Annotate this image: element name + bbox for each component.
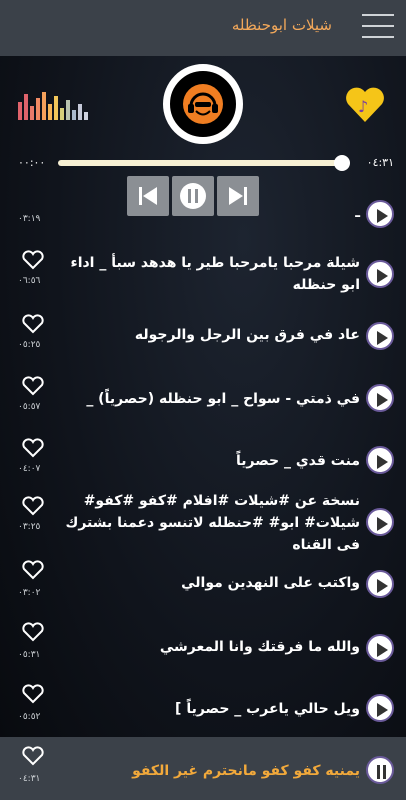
track-title: نسخة عن #شيلات #افلام #كفو #كفو# شيلات# …	[65, 493, 360, 553]
heart-outline-icon[interactable]	[22, 496, 44, 516]
track-duration: ٠٣:١٩	[18, 214, 41, 224]
heart-outline-icon[interactable]	[22, 438, 44, 458]
play-button[interactable]	[366, 508, 394, 536]
app-bar: شيلات ابوحنظله	[0, 0, 406, 56]
play-icon	[377, 269, 388, 283]
play-icon	[377, 703, 388, 717]
track-title: في ذمتي - سواح _ ابو حنظله (حصرياً) _	[86, 391, 360, 407]
track-row[interactable]: ٠٤:٠٧ منت قدي _ حصرياً	[0, 434, 406, 494]
pause-icon	[377, 765, 386, 779]
track-row[interactable]: ٠٣:٠٢ واكتب على النهدين موالي	[0, 558, 406, 618]
track-duration: ٠٣:٠٢	[18, 588, 41, 598]
play-button[interactable]	[366, 322, 394, 350]
channel-logo	[163, 64, 243, 144]
svg-text:♪: ♪	[358, 97, 368, 116]
heart-outline-icon[interactable]	[22, 376, 44, 396]
heart-outline-icon[interactable]	[22, 560, 44, 580]
now-playing-row[interactable]: ٠٤:٣١ يمنيه كفو كفو مانحترم غير الكفو	[0, 742, 406, 800]
track-row[interactable]: ٠٦:٥٦ شيلة مرحبا يامرحبا طير يا هدهد سبأ…	[0, 244, 406, 308]
play-button[interactable]	[366, 446, 394, 474]
heart-outline-icon[interactable]	[22, 250, 44, 270]
play-icon	[377, 643, 388, 657]
play-icon	[377, 209, 388, 223]
track-row[interactable]: ٠٥:٢٥ عاد في فرق بين الرجل والرجوله	[0, 310, 406, 370]
pause-button[interactable]	[366, 756, 394, 784]
track-duration: ٠٥:٣١	[18, 650, 41, 660]
menu-button[interactable]	[362, 14, 394, 40]
track-row[interactable]: ٠٣:٢٥ نسخة عن #شيلات #افلام #كفو #كفو# ش…	[0, 490, 406, 556]
track-title: شيلة مرحبا يامرحبا طير يا هدهد سبأ _ ادا…	[70, 255, 360, 293]
heart-outline-icon[interactable]	[22, 746, 44, 766]
track-title: واكتب على النهدين موالي	[181, 575, 360, 591]
play-icon	[377, 579, 388, 593]
track-duration: ٠٣:٢٥	[18, 522, 41, 532]
play-icon	[377, 331, 388, 345]
equalizer-icon	[18, 90, 98, 120]
play-button[interactable]	[366, 384, 394, 412]
heart-outline-icon[interactable]	[22, 622, 44, 642]
play-button[interactable]	[366, 570, 394, 598]
track-duration: ٠٥:٢٥	[18, 340, 41, 350]
seek-handle[interactable]	[334, 155, 350, 171]
track-duration: ٠٥:٥٧	[18, 402, 41, 412]
play-icon	[377, 455, 388, 469]
avatar-headphones-icon	[183, 84, 223, 124]
track-row[interactable]: ٠٥:٣١ والله ما فرقتك وانا المعرشي	[0, 620, 406, 680]
total-time: ٠٤:٣١	[366, 156, 394, 169]
track-duration: ٠٤:٠٧	[18, 464, 41, 474]
app-title: شيلات ابوحنظله	[231, 16, 332, 34]
favorites-heart-icon[interactable]: ♪	[344, 84, 386, 124]
menu-icon	[362, 14, 394, 16]
play-button[interactable]	[366, 694, 394, 722]
play-icon	[377, 393, 388, 407]
track-title: منت قدي _ حصرياً	[235, 453, 360, 469]
track-row[interactable]: ٠٥:٥٢ ويل حالي ياعرب _ حصرياً ]	[0, 682, 406, 738]
play-icon	[377, 517, 388, 531]
play-button[interactable]	[366, 634, 394, 662]
seek-bar[interactable]	[58, 155, 350, 171]
heart-outline-icon[interactable]	[22, 314, 44, 334]
track-title: ـ	[355, 205, 360, 221]
heart-outline-icon[interactable]	[22, 684, 44, 704]
play-button[interactable]	[366, 200, 394, 228]
track-duration: ٠٤:٣١	[18, 774, 41, 784]
track-title: والله ما فرقتك وانا المعرشي	[159, 639, 360, 655]
track-title: عاد في فرق بين الرجل والرجوله	[134, 327, 360, 343]
play-button[interactable]	[366, 260, 394, 288]
track-row[interactable]: ٠٣:١٩ ـ	[0, 196, 406, 236]
track-duration: ٠٦:٥٦	[18, 276, 41, 286]
elapsed-time: ٠٠:٠٠	[18, 156, 46, 169]
track-title: يمنيه كفو كفو مانحترم غير الكفو	[132, 763, 360, 779]
track-title: ويل حالي ياعرب _ حصرياً ]	[175, 701, 360, 717]
track-row[interactable]: ٠٥:٥٧ في ذمتي - سواح _ ابو حنظله (حصرياً…	[0, 372, 406, 432]
track-duration: ٠٥:٥٢	[18, 712, 41, 722]
player-panel: ♪ ٠٠:٠٠ ٠٤:٣١	[0, 56, 406, 216]
